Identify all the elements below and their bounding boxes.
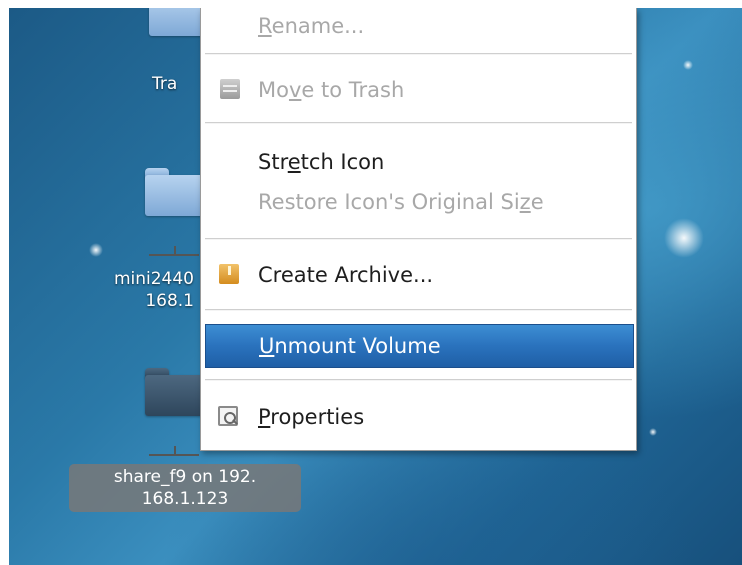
menu-item-unmount-volume[interactable]: Unmount Volume — [205, 324, 634, 368]
trash-desktop-label[interactable]: Tra — [152, 73, 177, 95]
archive-icon — [219, 264, 239, 284]
network-connector-icon — [149, 446, 199, 456]
selected-share-label-line1: share_f9 on 192. — [113, 467, 257, 487]
network-share-label-line2: 168.1 — [145, 291, 194, 311]
menu-separator — [205, 53, 632, 55]
context-menu: Rename... Move to Trash Stretch Icon Res… — [200, 8, 637, 451]
menu-separator — [205, 122, 632, 124]
network-share-icon-selected[interactable] — [145, 368, 203, 416]
menu-item-create-archive[interactable]: Create Archive... — [201, 256, 636, 296]
sparkle-decoration — [683, 60, 693, 70]
properties-icon — [218, 406, 238, 426]
sparkle-decoration — [664, 218, 704, 258]
menu-item-move-to-trash[interactable]: Move to Trash — [201, 72, 636, 112]
network-share-label-line1: mini2440 — [113, 269, 194, 289]
menu-separator — [205, 309, 632, 311]
menu-separator — [205, 379, 632, 381]
selected-share-label-line2: 168.1.123 — [141, 489, 229, 509]
sparkle-decoration — [649, 428, 657, 436]
selected-share-label[interactable]: share_f9 on 192. 168.1.123 — [69, 464, 301, 512]
menu-item-rename[interactable]: Rename... — [201, 8, 636, 48]
network-share-icon[interactable] — [145, 168, 203, 216]
screen: Tra mini2440 168.1 share_f9 on 192. 168.… — [0, 0, 742, 565]
network-connector-icon — [149, 246, 199, 256]
trash-desktop-icon[interactable] — [149, 8, 207, 36]
menu-item-restore-icon-size[interactable]: Restore Icon's Original Size — [201, 184, 636, 220]
desktop-background[interactable]: Tra mini2440 168.1 share_f9 on 192. 168.… — [9, 8, 742, 565]
menu-separator — [205, 238, 632, 240]
network-share-label[interactable]: mini2440 168.1 — [74, 268, 194, 312]
sparkle-decoration — [89, 243, 103, 257]
trash-icon — [220, 79, 240, 99]
menu-item-stretch-icon[interactable]: Stretch Icon — [201, 144, 636, 180]
menu-item-properties[interactable]: Properties — [201, 398, 636, 438]
